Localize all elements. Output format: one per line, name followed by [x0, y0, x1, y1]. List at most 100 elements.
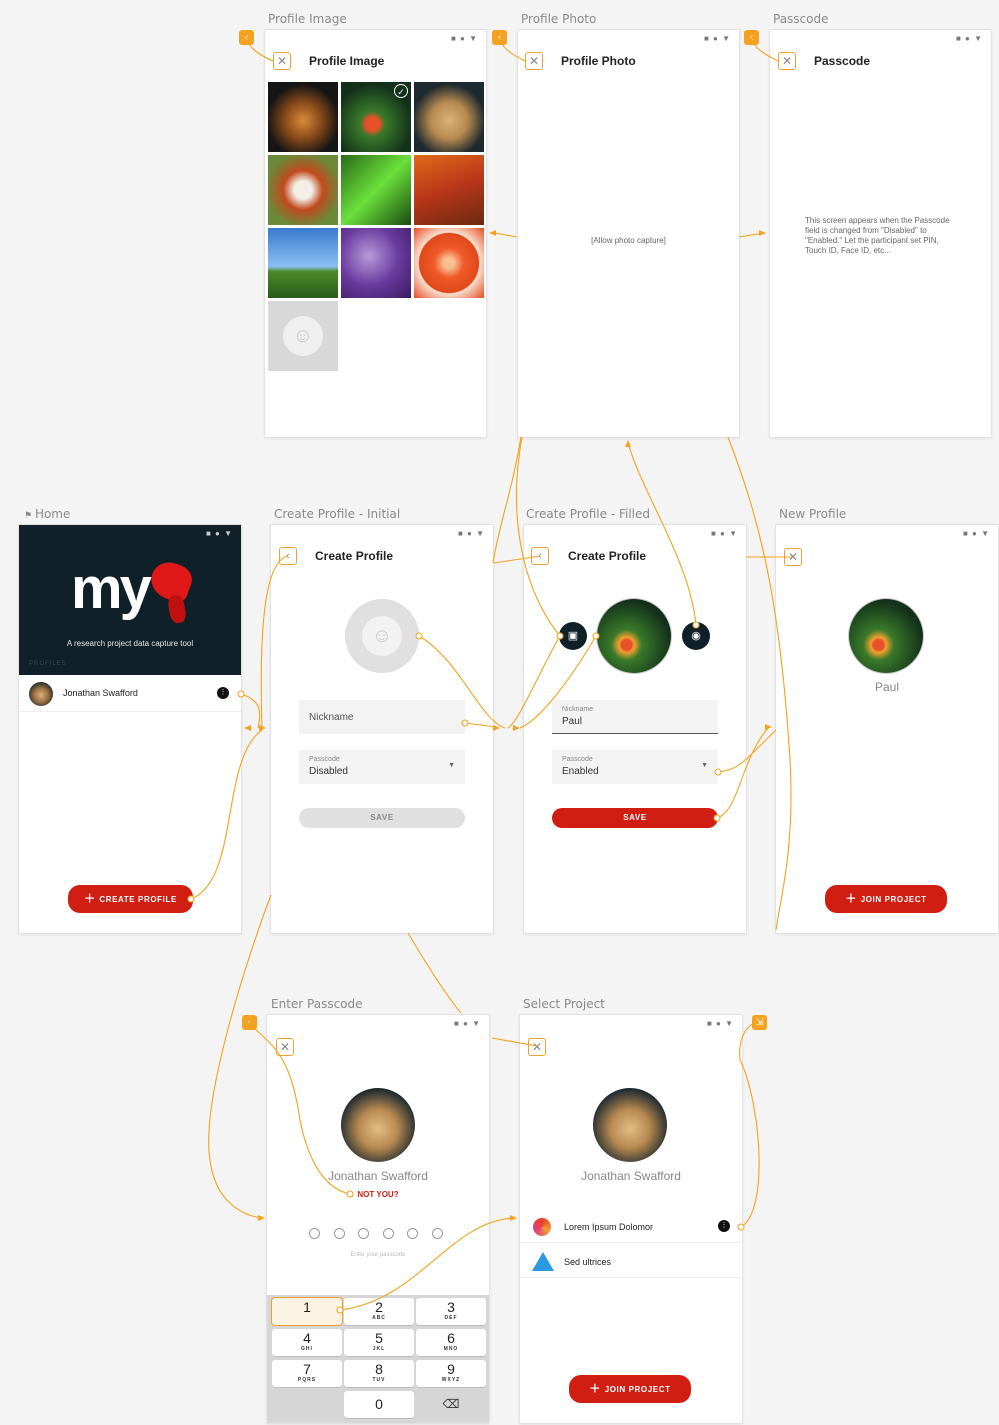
image-option-dog[interactable]	[414, 82, 484, 152]
dropdown-arrow-icon: ▼	[701, 762, 708, 769]
key-letters: PQRS	[297, 1377, 317, 1383]
camera-icon[interactable]: ◉	[682, 622, 710, 650]
pin-dot	[432, 1228, 443, 1239]
project-name: Sed ultrices	[564, 1257, 612, 1267]
passcode-select[interactable]: Passcode Disabled ▼	[299, 750, 465, 784]
close-icon[interactable]: ✕	[784, 548, 802, 566]
check-icon: ✓	[394, 84, 408, 98]
key-3[interactable]: 3 DEF	[416, 1298, 486, 1325]
project-list-item[interactable]: Lorem Ipsum Dolomor ⋮	[520, 1212, 742, 1243]
screen-label-passcode: Passcode	[773, 12, 829, 26]
nickname-input[interactable]: Nickname	[299, 700, 465, 734]
profile-name: Jonathan Swafford	[581, 1169, 681, 1183]
join-project-button[interactable]: ＋ JOIN PROJECT	[569, 1375, 691, 1403]
key-7[interactable]: 7 PQRS	[272, 1360, 342, 1387]
project-logo-icon	[533, 1218, 551, 1236]
close-icon[interactable]: ✕	[273, 52, 291, 70]
pin-dot	[334, 1228, 345, 1239]
image-option-field[interactable]	[268, 228, 338, 298]
close-icon[interactable]: ✕	[778, 52, 796, 70]
screen-label-profile-photo: Profile Photo	[521, 12, 597, 26]
backspace-icon[interactable]: ⌫	[416, 1391, 486, 1418]
flow-line	[494, 232, 518, 238]
key-5[interactable]: 5 JKL	[344, 1329, 414, 1356]
screen-label-create-filled: Create Profile - Filled	[526, 507, 650, 521]
default-avatar[interactable]: ☺	[345, 599, 419, 673]
image-option-grapefruit[interactable]	[414, 228, 484, 298]
nickname-placeholder: Nickname	[309, 712, 354, 723]
back-chevron-icon[interactable]: ‹	[279, 547, 297, 565]
image-option-snake[interactable]	[341, 155, 411, 225]
image-option-parrot[interactable]: ✓	[341, 82, 411, 152]
status-bar: ■ ● ▼	[205, 529, 233, 538]
profile-name: Jonathan Swafford	[328, 1169, 428, 1183]
key-8[interactable]: 8 TUV	[344, 1360, 414, 1387]
status-bar: ■ ● ▼	[706, 1019, 734, 1028]
flow-arrowhead	[244, 725, 251, 731]
status-bar: ■ ● ▼	[450, 34, 478, 43]
join-project-button[interactable]: ＋ JOIN PROJECT	[825, 885, 947, 913]
image-option-red-panda[interactable]	[268, 155, 338, 225]
key-0[interactable]: 0	[344, 1391, 414, 1418]
project-list-item[interactable]: Sed ultrices	[520, 1247, 742, 1278]
nickname-label: Nickname	[562, 706, 594, 713]
profile-name: Jonathan Swafford	[63, 688, 138, 698]
screen-label-create-initial: Create Profile - Initial	[274, 507, 401, 521]
not-you-link[interactable]: NOT YOU?	[267, 1190, 489, 1199]
key-digit: 8	[375, 1361, 383, 1377]
image-option-autumn[interactable]	[414, 155, 484, 225]
create-profile-button[interactable]: ＋ CREATE PROFILE	[68, 885, 193, 913]
home-label-text: Home	[34, 507, 71, 521]
external-link-icon[interactable]: ⇲	[752, 1015, 767, 1030]
passcode-label: Passcode	[562, 756, 593, 763]
close-icon[interactable]: ✕	[525, 52, 543, 70]
key-digit: 4	[303, 1330, 311, 1346]
key-4[interactable]: 4 GHI	[272, 1329, 342, 1356]
close-icon[interactable]: ✕	[528, 1038, 546, 1056]
screen-label-enter-passcode: Enter Passcode	[271, 997, 363, 1011]
key-6[interactable]: 6 MNO	[416, 1329, 486, 1356]
status-bar: ■ ● ▼	[457, 529, 485, 538]
flow-line	[240, 693, 261, 729]
save-button[interactable]: SAVE	[552, 808, 718, 828]
passcode-select[interactable]: Passcode Enabled ▼	[552, 750, 718, 784]
more-options-icon[interactable]: ⋮	[718, 1220, 730, 1232]
key-letters: GHI	[301, 1346, 313, 1352]
nickname-input[interactable]: Nickname Paul	[552, 700, 718, 734]
project-logo-icon	[532, 1252, 554, 1271]
back-chevron-icon[interactable]: ‹	[492, 30, 507, 45]
page-title: Passcode	[814, 54, 871, 68]
back-chevron-icon[interactable]: ‹	[242, 1015, 257, 1030]
gallery-icon[interactable]: ▣	[559, 622, 587, 650]
pin-dot	[407, 1228, 418, 1239]
status-bar: ■ ● ▼	[703, 34, 731, 43]
back-chevron-icon[interactable]: ‹	[531, 547, 549, 565]
screen-label-select-project: Select Project	[523, 997, 605, 1011]
key-2[interactable]: 2 ABC	[344, 1298, 414, 1325]
flow-arrowhead	[759, 230, 766, 236]
back-chevron-icon[interactable]: ‹	[239, 30, 254, 45]
passcode-screen: ■ ● ▼ Passcode This screen appears when …	[770, 30, 991, 437]
profile-list-item[interactable]: Jonathan Swafford ⋮	[19, 677, 241, 712]
key-letters: ABC	[372, 1315, 386, 1321]
flow-arrowhead	[510, 1215, 517, 1221]
create-profile-label: CREATE PROFILE	[99, 895, 177, 904]
close-icon[interactable]: ✕	[276, 1038, 294, 1056]
image-option-drops[interactable]	[341, 228, 411, 298]
image-option-tiger[interactable]	[268, 82, 338, 152]
profiles-section-label: PROFILES	[29, 661, 67, 667]
create-initial-screen: ■ ● ▼ Create Profile ☺ Nickname Passcode…	[271, 525, 493, 933]
more-options-icon[interactable]: ⋮	[217, 687, 229, 699]
save-button-disabled[interactable]: SAVE	[299, 808, 465, 828]
status-bar: ■ ● ▼	[962, 529, 990, 538]
key-digit: 0	[375, 1396, 383, 1412]
page-title: Create Profile	[568, 549, 647, 563]
back-chevron-icon[interactable]: ‹	[744, 30, 759, 45]
status-bar: ■ ● ▼	[710, 529, 738, 538]
avatar-parrot	[849, 599, 923, 673]
avatar-parrot[interactable]	[597, 599, 671, 673]
key-digit: 3	[447, 1299, 455, 1315]
key-9[interactable]: 9 WXYZ	[416, 1360, 486, 1387]
image-option-default-avatar[interactable]: ☺	[268, 301, 338, 371]
key-1[interactable]: 1	[272, 1298, 342, 1325]
